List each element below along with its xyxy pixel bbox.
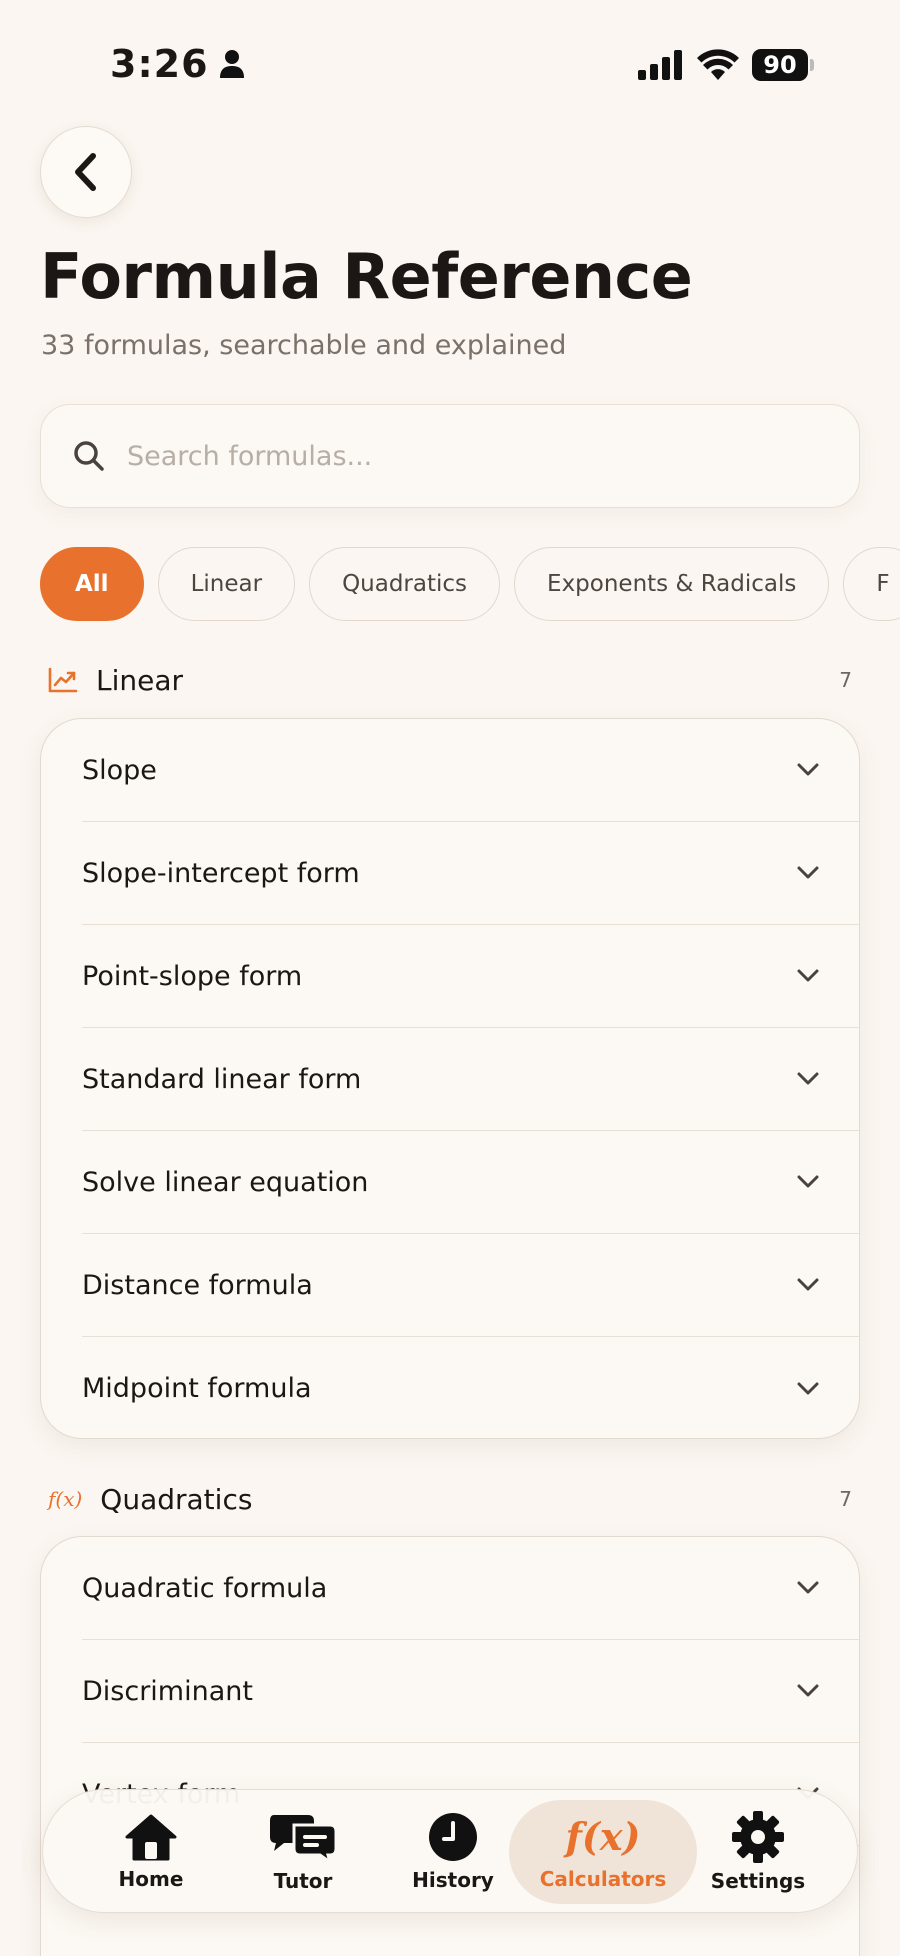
formula-label: Slope bbox=[82, 754, 157, 786]
battery-level: 90 bbox=[752, 49, 808, 81]
nav-history[interactable]: History bbox=[393, 1800, 513, 1904]
nav-label: History bbox=[412, 1868, 494, 1892]
search-icon bbox=[74, 441, 104, 471]
nav-label: Calculators bbox=[539, 1867, 667, 1891]
formula-label: Quadratic formula bbox=[82, 1572, 328, 1604]
filter-chip-partial[interactable]: F bbox=[843, 547, 900, 621]
section-header-quadratics: f(x) Quadratics 7 bbox=[48, 1477, 852, 1521]
page-title: Formula Reference bbox=[40, 240, 693, 313]
chevron-down-icon bbox=[797, 866, 819, 879]
home-icon bbox=[125, 1814, 177, 1861]
cellular-signal-icon bbox=[638, 50, 682, 80]
chevron-left-icon bbox=[75, 153, 96, 191]
search-box[interactable] bbox=[40, 404, 860, 508]
chevron-down-icon bbox=[797, 1072, 819, 1085]
gear-icon bbox=[732, 1811, 784, 1863]
search-input[interactable] bbox=[127, 440, 827, 472]
nav-settings[interactable]: Settings bbox=[693, 1800, 823, 1904]
formula-label: Distance formula bbox=[82, 1269, 313, 1301]
formula-row-quadratic-formula[interactable]: Quadratic formula bbox=[82, 1537, 859, 1640]
function-icon: f(x) bbox=[565, 1814, 641, 1859]
formula-row-slope[interactable]: Slope bbox=[82, 719, 859, 822]
formula-row-solve-linear[interactable]: Solve linear equation bbox=[82, 1131, 859, 1234]
chevron-down-icon bbox=[797, 1382, 819, 1394]
formula-label: Solve linear equation bbox=[82, 1166, 369, 1198]
filter-chip-all[interactable]: All bbox=[40, 547, 144, 621]
battery-indicator: 90 bbox=[752, 49, 814, 81]
section-title: Quadratics bbox=[100, 1482, 253, 1516]
chat-icon bbox=[270, 1815, 338, 1863]
formula-row-point-slope[interactable]: Point-slope form bbox=[82, 925, 859, 1028]
formula-row-distance[interactable]: Distance formula bbox=[82, 1234, 859, 1337]
chevron-down-icon bbox=[797, 969, 819, 982]
filter-chip-exponents-radicals[interactable]: Exponents & Radicals bbox=[514, 547, 830, 621]
formula-row-discriminant[interactable]: Discriminant bbox=[82, 1640, 859, 1743]
chevron-down-icon bbox=[797, 1581, 819, 1594]
section-count: 7 bbox=[839, 1487, 852, 1511]
formula-list-linear: Slope Slope-intercept form Point-slope f… bbox=[40, 718, 860, 1439]
section-title: Linear bbox=[96, 663, 184, 697]
nav-calculators[interactable]: f(x) Calculators bbox=[509, 1800, 697, 1904]
person-icon bbox=[219, 50, 244, 78]
battery-cap bbox=[810, 59, 814, 71]
chevron-down-icon bbox=[797, 763, 819, 776]
wifi-icon bbox=[697, 49, 739, 80]
formula-label: Discriminant bbox=[82, 1675, 253, 1707]
formula-label: Midpoint formula bbox=[82, 1373, 312, 1404]
status-time-text: 3:26 bbox=[110, 42, 209, 86]
status-bar: 3:26 90 bbox=[0, 0, 900, 130]
function-icon: f(x) bbox=[48, 1487, 83, 1511]
chevron-down-icon bbox=[797, 1175, 819, 1188]
section-header-linear: Linear 7 bbox=[48, 658, 852, 702]
clock-icon bbox=[429, 1813, 477, 1861]
formula-row-midpoint[interactable]: Midpoint formula bbox=[82, 1337, 859, 1438]
formula-label: Point-slope form bbox=[82, 960, 303, 992]
chevron-down-icon bbox=[797, 1684, 819, 1697]
formula-label: Slope-intercept form bbox=[82, 857, 360, 889]
formula-label: Standard linear form bbox=[82, 1063, 362, 1095]
nav-label: Tutor bbox=[273, 1869, 333, 1893]
back-button[interactable] bbox=[40, 126, 132, 218]
trending-up-icon bbox=[48, 667, 78, 693]
nav-label: Settings bbox=[710, 1869, 806, 1893]
formula-row-slope-intercept[interactable]: Slope-intercept form bbox=[82, 822, 859, 925]
filter-chip-quadratics[interactable]: Quadratics bbox=[309, 547, 501, 621]
bottom-nav: Home Tutor History f(x) Calculators Sett… bbox=[42, 1789, 858, 1913]
nav-home[interactable]: Home bbox=[91, 1800, 211, 1904]
page-subtitle: 33 formulas, searchable and explained bbox=[41, 330, 567, 361]
filter-chips: All Linear Quadratics Exponents & Radica… bbox=[40, 547, 900, 621]
nav-label: Home bbox=[118, 1867, 184, 1891]
filter-chip-linear[interactable]: Linear bbox=[157, 547, 296, 621]
formula-row-standard-linear[interactable]: Standard linear form bbox=[82, 1028, 859, 1131]
status-time: 3:26 bbox=[110, 42, 245, 86]
section-count: 7 bbox=[839, 668, 852, 692]
nav-tutor[interactable]: Tutor bbox=[243, 1800, 363, 1904]
chevron-down-icon bbox=[797, 1278, 819, 1291]
